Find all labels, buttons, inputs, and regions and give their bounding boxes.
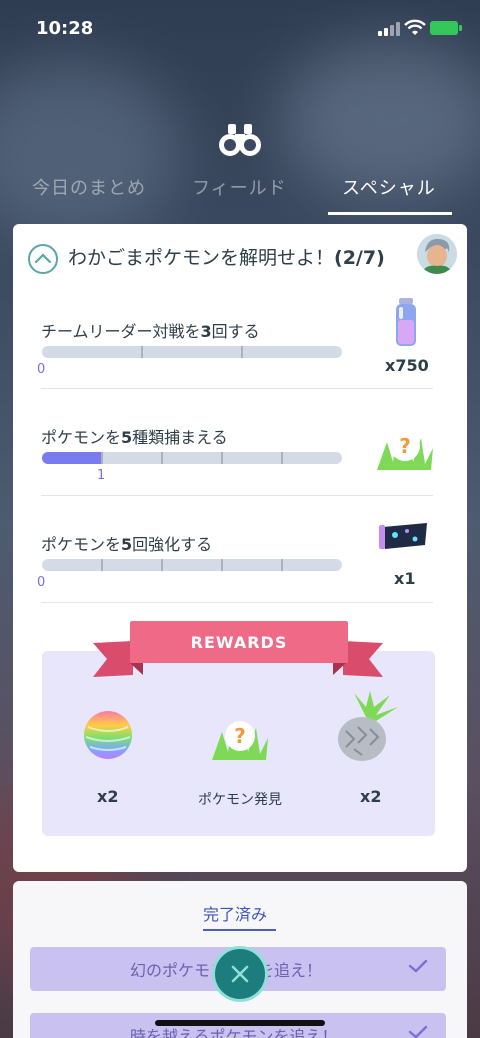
check-icon [408, 1025, 428, 1038]
progress-bar [42, 346, 342, 358]
divider [41, 602, 433, 603]
progress-number: 0 [37, 362, 46, 377]
progress-bar [42, 559, 342, 571]
card-title: わかごまポケモンを解明せよ！(2/7) [68, 243, 385, 270]
professor-avatar [417, 234, 457, 274]
task-row: ポケモンを5種類捕まえる 1 ? [41, 424, 433, 528]
task-row: チームリーダー対戦を3回する 0 x750 [37, 298, 433, 422]
pokemon-encounter-icon: ? [377, 431, 433, 470]
status-bar: 10:28 [0, 0, 480, 60]
tab-completed-underline [203, 929, 276, 931]
binoculars-icon [219, 124, 261, 156]
stardust-icon [396, 298, 416, 346]
card-progress: (2/7) [334, 247, 385, 269]
rewards-banner: REWARDS [93, 619, 383, 677]
tab-today[interactable]: 今日のまとめ [32, 174, 146, 200]
card-title-text: わかごまポケモンを解明せよ！ [68, 247, 335, 269]
silver-pinap-berry-icon [338, 691, 398, 761]
chevron-up-icon [34, 253, 52, 264]
close-button[interactable] [212, 946, 268, 1002]
close-icon [231, 965, 249, 983]
svg-text:?: ? [234, 724, 246, 748]
collapse-button[interactable] [28, 244, 58, 274]
task-label: ポケモンを5種類捕まえる [41, 428, 228, 447]
task-label: チームリーダー対戦を3回する [41, 322, 260, 341]
reward-label: ポケモン発見 [198, 792, 282, 808]
special-research-card: わかごまポケモンを解明せよ！(2/7) チームリーダー対戦を3回する 0 x75… [13, 224, 467, 872]
task-label: ポケモンを5回強化する [41, 535, 213, 554]
reward-count: x2 [360, 787, 382, 806]
wifi-icon [404, 19, 426, 35]
reward-count: x1 [394, 569, 416, 588]
progress-bar [42, 452, 342, 464]
status-time: 10:28 [36, 18, 94, 39]
check-icon [408, 959, 428, 973]
tab-active-underline [328, 212, 452, 215]
rare-candy-icon [84, 711, 132, 759]
battery-icon [430, 21, 462, 35]
tab-field[interactable]: フィールド [192, 174, 287, 200]
progress-number: 1 [97, 468, 106, 483]
reward-count: x2 [97, 787, 119, 806]
reward-count: x750 [385, 356, 429, 375]
tab-special[interactable]: スペシャル [342, 174, 436, 200]
rewards-banner-label: REWARDS [130, 621, 348, 663]
research-tabs: 今日のまとめ フィールド スペシャル [0, 174, 480, 214]
tab-completed[interactable]: 完了済み [203, 901, 267, 925]
progress-bar-fill [42, 452, 102, 464]
glacial-lure-icon [379, 523, 427, 549]
divider [41, 495, 433, 496]
svg-text:?: ? [399, 434, 411, 458]
rewards-box: x2 ? ポケモン発見 x2 [42, 651, 435, 836]
cellular-signal-icon [378, 22, 402, 36]
home-indicator[interactable] [155, 1020, 325, 1026]
pokemon-encounter-icon: ? [212, 721, 268, 760]
progress-number: 0 [37, 575, 46, 590]
divider [41, 388, 433, 389]
